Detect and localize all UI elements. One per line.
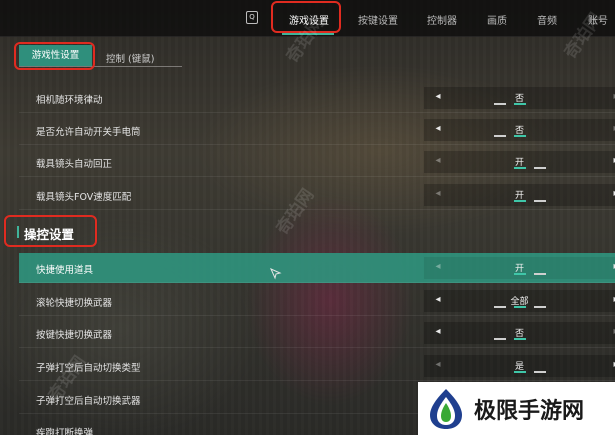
option-indicator [494,167,546,169]
setting-row-auto-flashlight[interactable]: 是否允许自动开关手电筒 ◂ 否 ▸ [19,115,615,145]
setting-label: 疾跑打断换弹 [36,428,94,435]
brand-logo-icon [430,388,462,429]
tab-audio[interactable]: 音频 [537,12,557,27]
option-indicator [494,103,546,105]
arrow-right-icon[interactable]: ▸ [611,188,615,199]
arrow-right-icon[interactable]: ▸ [611,123,615,134]
option-selector[interactable]: ◂ 否 ▸ [424,119,615,141]
setting-row-wheel-switch-weapon[interactable]: 滚轮快捷切换武器 ◂ 全部 ▸ [19,286,615,316]
option-indicator [494,338,546,340]
option-indicator [494,273,546,275]
option-indicator [494,371,546,373]
setting-row-empty-ammo-switch-type[interactable]: 子弹打空后自动切换类型 ◂ 是 ▸ [19,351,615,381]
highlight-box-subtab [14,42,95,70]
setting-label: 相机随环境律动 [36,95,103,106]
arrow-right-icon[interactable]: ▸ [611,91,615,102]
option-indicator [494,135,546,137]
tab-key-settings[interactable]: 按键设置 [358,12,398,27]
brand-name: 极限手游网 [474,398,585,424]
mouse-cursor-icon [270,268,282,280]
arrow-right-icon[interactable]: ▸ [611,261,615,272]
arrow-right-icon[interactable]: ▸ [611,155,615,166]
setting-row-vehicle-camera-recenter[interactable]: 载具镜头自动回正 ◂ 开 ▸ [19,147,615,177]
setting-label: 载具镜头FOV速度匹配 [36,192,132,203]
option-selector[interactable]: ◂ 开 ▸ [424,151,615,173]
option-indicator [494,200,546,202]
option-selector[interactable]: ◂ 全部 ▸ [424,290,615,312]
subtab-control-keyboard-mouse[interactable]: 控制 (键鼠) [106,51,154,65]
option-indicator [494,306,546,308]
tab-graphics[interactable]: 画质 [487,12,507,27]
highlight-box-section [4,215,97,247]
setting-label: 按键快捷切换武器 [36,330,113,341]
option-selector[interactable]: ◂ 否 ▸ [424,87,615,109]
option-selector[interactable]: ◂ 开 ▸ [424,257,615,279]
q-key-hint: Q [246,11,258,24]
setting-label: 滚轮快捷切换武器 [36,298,113,309]
option-selector[interactable]: ◂ 否 ▸ [424,322,615,344]
setting-label: 快捷使用道具 [36,265,94,276]
tab-controller[interactable]: 控制器 [427,12,457,27]
setting-row-camera-sway[interactable]: 相机随环境律动 ◂ 否 ▸ [19,83,615,113]
arrow-right-icon[interactable]: ▸ [611,326,615,337]
brand-badge: 极限手游网 [418,382,615,435]
setting-label: 载具镜头自动回正 [36,159,113,170]
setting-row-key-switch-weapon[interactable]: 按键快捷切换武器 ◂ 否 ▸ [19,318,615,348]
setting-label: 是否允许自动开关手电筒 [36,127,141,138]
option-selector[interactable]: ◂ 是 ▸ [424,355,615,377]
option-selector[interactable]: ◂ 开 ▸ [424,184,615,206]
arrow-right-icon[interactable]: ▸ [611,294,615,305]
arrow-right-icon[interactable]: ▸ [611,359,615,370]
setting-row-quick-use-item[interactable]: 快捷使用道具 ◂ 开 ▸ [19,253,615,283]
